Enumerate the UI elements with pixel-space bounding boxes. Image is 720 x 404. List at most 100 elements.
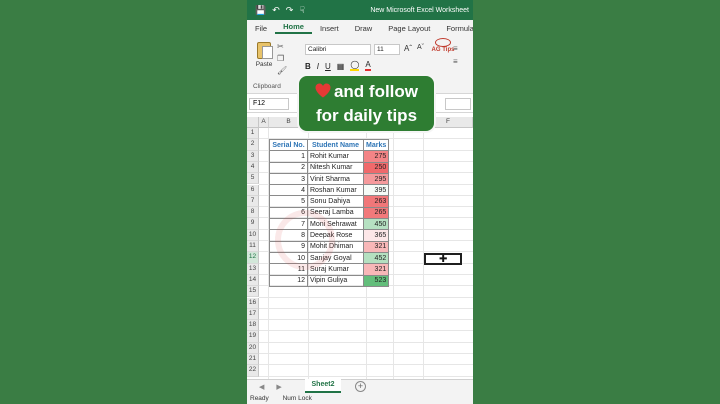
marks-cell[interactable]: 452 bbox=[362, 251, 390, 265]
serial-cell[interactable]: 5 bbox=[269, 195, 308, 208]
marks-cell[interactable]: 295 bbox=[362, 172, 390, 186]
status-ready: Ready bbox=[250, 395, 269, 402]
row-header[interactable]: 7 bbox=[247, 195, 259, 208]
marks-cell[interactable]: 395 bbox=[362, 184, 390, 197]
selected-cell-f12[interactable]: ✚ bbox=[424, 253, 462, 265]
format-painter-icon[interactable]: 🖌 bbox=[277, 66, 287, 75]
header-marks[interactable]: Marks bbox=[362, 138, 390, 152]
marks-cell[interactable]: 265 bbox=[362, 206, 390, 220]
name-cell[interactable]: Nitesh Kumar bbox=[307, 161, 364, 174]
marks-cell[interactable]: 450 bbox=[362, 218, 390, 231]
cut-icon[interactable]: ✂ bbox=[277, 42, 287, 51]
font-name-select[interactable]: Calibri bbox=[305, 44, 371, 55]
table-header-row: Serial No. Student Name Marks bbox=[269, 138, 390, 152]
borders-icon[interactable]: ▦ bbox=[337, 62, 345, 71]
row-header[interactable]: 17 bbox=[247, 308, 259, 321]
name-box[interactable]: F12 bbox=[249, 98, 289, 110]
serial-cell[interactable]: 3 bbox=[269, 172, 308, 186]
marks-cell[interactable]: 250 bbox=[362, 161, 390, 174]
tab-home[interactable]: Home bbox=[275, 22, 312, 34]
row-header[interactable]: 18 bbox=[247, 320, 259, 332]
undo-icon[interactable]: ↶ bbox=[272, 5, 280, 16]
serial-cell[interactable]: 2 bbox=[269, 161, 308, 174]
header-serial[interactable]: Serial No. bbox=[269, 138, 308, 152]
tab-formulas[interactable]: Formula bbox=[438, 24, 473, 33]
tab-draw[interactable]: Draw bbox=[347, 24, 381, 33]
name-cell[interactable]: Vinit Sharma bbox=[307, 172, 364, 186]
redo-icon[interactable]: ↷ bbox=[286, 5, 294, 16]
font-size-select[interactable]: 11 bbox=[374, 44, 400, 55]
serial-cell[interactable]: 1 bbox=[269, 150, 308, 163]
copy-icon[interactable]: ❐ bbox=[277, 54, 287, 63]
row-header[interactable]: 16 bbox=[247, 297, 259, 309]
row-header[interactable]: 6 bbox=[247, 184, 259, 196]
sheet-tab-bar: ◀▶ Sheet2 + bbox=[247, 379, 473, 394]
name-cell[interactable]: Rohit Kumar bbox=[307, 150, 364, 163]
marks-cell[interactable]: 321 bbox=[362, 263, 390, 276]
save-icon[interactable]: 💾 bbox=[255, 5, 266, 16]
excel-window: 💾 ↶ ↷ ☟ New Microsoft Excel Worksheet Fi… bbox=[247, 0, 473, 404]
row-header[interactable]: 21 bbox=[247, 354, 259, 366]
row-header[interactable]: 1 bbox=[247, 128, 259, 140]
font-color-button[interactable]: A bbox=[365, 61, 371, 71]
tab-file[interactable]: File bbox=[247, 24, 275, 33]
name-cell[interactable]: Sonu Dahiya bbox=[307, 195, 364, 208]
column-header-a[interactable]: A bbox=[259, 117, 269, 128]
align-top-icon[interactable]: ≡ bbox=[453, 44, 458, 53]
row-header[interactable]: 3 bbox=[247, 150, 259, 162]
table-row: 2 Nitesh Kumar 250 bbox=[269, 161, 390, 174]
row-header[interactable]: 9 bbox=[247, 218, 259, 230]
name-cell[interactable]: Roshan Kumar bbox=[307, 184, 364, 197]
formula-input[interactable] bbox=[445, 98, 471, 110]
italic-button[interactable]: I bbox=[317, 62, 319, 71]
banner-line-1: and follow bbox=[299, 80, 434, 104]
logo-text: AG Tips bbox=[431, 47, 455, 53]
paste-icon bbox=[257, 42, 273, 59]
touch-mode-icon[interactable]: ☟ bbox=[299, 5, 304, 16]
tab-page-layout[interactable]: Page Layout bbox=[380, 24, 438, 33]
paste-button[interactable]: Paste bbox=[253, 42, 275, 68]
marks-cell[interactable]: 523 bbox=[362, 274, 390, 287]
marks-cell[interactable]: 365 bbox=[362, 229, 390, 242]
header-student-name[interactable]: Student Name bbox=[307, 138, 364, 152]
row-header[interactable]: 19 bbox=[247, 331, 259, 343]
serial-cell[interactable]: 12 bbox=[269, 274, 308, 287]
row-header[interactable]: 20 bbox=[247, 342, 259, 354]
select-all-corner[interactable] bbox=[247, 117, 259, 128]
follow-banner: and follow for daily tips bbox=[297, 74, 436, 133]
row-header[interactable]: 14 bbox=[247, 274, 259, 287]
row-header[interactable]: 22 bbox=[247, 365, 259, 377]
row-header[interactable]: 10 bbox=[247, 229, 259, 241]
bold-button[interactable]: B bbox=[305, 62, 311, 71]
marks-cell[interactable]: 275 bbox=[362, 150, 390, 163]
row-header[interactable]: 12 bbox=[247, 252, 259, 264]
grow-font-icon[interactable]: Aˆ bbox=[404, 44, 412, 53]
cell-cursor-icon: ✚ bbox=[439, 254, 448, 265]
sheet-nav-arrows[interactable]: ◀▶ bbox=[259, 383, 294, 391]
row-header[interactable]: 8 bbox=[247, 207, 259, 219]
underline-button[interactable]: U bbox=[325, 62, 331, 71]
watermark-logo bbox=[275, 210, 335, 270]
row-header[interactable]: 15 bbox=[247, 286, 259, 298]
marks-cell[interactable]: 263 bbox=[362, 195, 390, 208]
sheet-tab-sheet2[interactable]: Sheet2 bbox=[305, 379, 341, 393]
title-bar: 💾 ↶ ↷ ☟ New Microsoft Excel Worksheet bbox=[247, 0, 473, 20]
marks-cell[interactable]: 321 bbox=[362, 240, 390, 253]
quick-access-toolbar: 💾 ↶ ↷ ☟ bbox=[247, 5, 305, 16]
banner-line-2: for daily tips bbox=[315, 106, 418, 125]
row-header[interactable]: 5 bbox=[247, 173, 259, 185]
add-sheet-button[interactable]: + bbox=[355, 381, 366, 392]
row-header[interactable]: 11 bbox=[247, 241, 259, 253]
row-header[interactable]: 13 bbox=[247, 263, 259, 275]
name-cell[interactable]: Vipin Guliya bbox=[307, 274, 364, 287]
table-row: 1 Rohit Kumar 275 bbox=[269, 150, 390, 163]
serial-cell[interactable]: 4 bbox=[269, 184, 308, 197]
table-row: 12 Vipin Guliya 523 bbox=[269, 274, 390, 287]
ag-tips-logo: AG Tips bbox=[431, 38, 455, 64]
shrink-font-icon[interactable]: Aˇ bbox=[417, 44, 424, 51]
row-header[interactable]: 2 bbox=[247, 139, 259, 151]
fill-color-icon[interactable]: ◯ bbox=[350, 61, 360, 71]
align-left-icon[interactable]: ≡ bbox=[453, 57, 458, 66]
tab-insert[interactable]: Insert bbox=[312, 24, 347, 33]
row-header[interactable]: 4 bbox=[247, 161, 259, 174]
